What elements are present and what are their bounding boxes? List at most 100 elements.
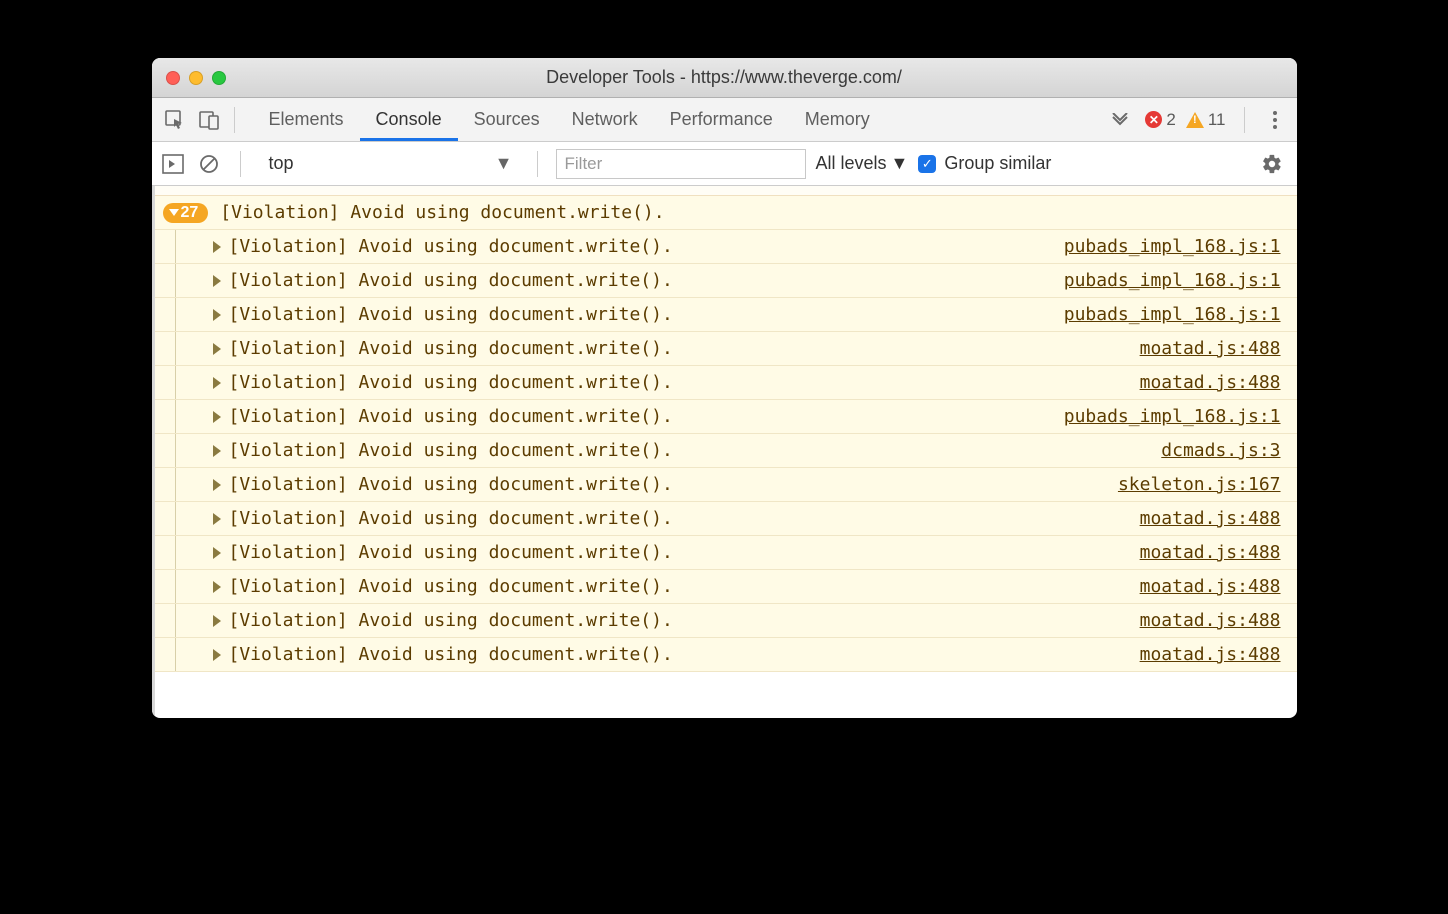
levels-label: All levels: [816, 153, 887, 174]
tab-performance[interactable]: Performance: [654, 98, 789, 141]
chevron-down-icon: ▼: [891, 153, 909, 174]
log-source-link[interactable]: moatad.js:488: [1140, 610, 1281, 631]
log-source-link[interactable]: moatad.js:488: [1140, 372, 1281, 393]
log-message: [Violation] Avoid using document.write()…: [229, 304, 1064, 325]
log-message: [Violation] Avoid using document.write()…: [229, 270, 1064, 291]
log-message: [Violation] Avoid using document.write()…: [229, 576, 1140, 597]
console-log-row: [Violation] Avoid using document.write()…: [155, 570, 1297, 604]
warning-count: 11: [1208, 110, 1226, 130]
log-source-link[interactable]: moatad.js:488: [1140, 644, 1281, 665]
console-rows: [Violation] Avoid using document.write()…: [155, 230, 1297, 672]
disclosure-triangle-icon[interactable]: [213, 309, 221, 321]
error-count-badge[interactable]: ✕ 2: [1145, 110, 1175, 130]
disclosure-triangle-icon[interactable]: [213, 547, 221, 559]
log-source-link[interactable]: moatad.js:488: [1140, 542, 1281, 563]
disclosure-triangle-icon[interactable]: [213, 581, 221, 593]
log-message: [Violation] Avoid using document.write()…: [229, 338, 1140, 359]
chevron-down-icon: ▼: [495, 153, 513, 174]
group-count: 27: [181, 204, 199, 222]
group-similar-label: Group similar: [944, 153, 1051, 174]
log-message: [Violation] Avoid using document.write()…: [229, 474, 1118, 495]
warning-icon: [1186, 112, 1204, 128]
log-message: [Violation] Avoid using document.write()…: [229, 542, 1140, 563]
console-log-row: [Violation] Avoid using document.write()…: [155, 468, 1297, 502]
log-message: [Violation] Avoid using document.write()…: [229, 406, 1064, 427]
window-minimize-button[interactable]: [189, 71, 203, 85]
disclosure-triangle-icon[interactable]: [213, 377, 221, 389]
context-value: top: [269, 153, 294, 174]
divider: [1244, 107, 1245, 133]
tabbar-right: ✕ 2 11: [1105, 107, 1290, 133]
console-log-row: [Violation] Avoid using document.write()…: [155, 366, 1297, 400]
toggle-sidebar-icon[interactable]: [160, 151, 186, 177]
disclosure-triangle-icon[interactable]: [213, 649, 221, 661]
console-log-row: [Violation] Avoid using document.write()…: [155, 638, 1297, 672]
disclosure-triangle-icon[interactable]: [213, 241, 221, 253]
titlebar: Developer Tools - https://www.theverge.c…: [152, 58, 1297, 98]
disclosure-triangle-icon[interactable]: [213, 615, 221, 627]
console-log-row: [Violation] Avoid using document.write()…: [155, 230, 1297, 264]
log-source-link[interactable]: pubads_impl_168.js:1: [1064, 270, 1281, 291]
log-source-link[interactable]: moatad.js:488: [1140, 576, 1281, 597]
devtools-menu-icon[interactable]: [1263, 111, 1287, 129]
inspect-element-icon[interactable]: [158, 103, 192, 137]
console-log-row: [Violation] Avoid using document.write()…: [155, 298, 1297, 332]
window-title: Developer Tools - https://www.theverge.c…: [152, 67, 1297, 88]
log-source-link[interactable]: pubads_impl_168.js:1: [1064, 406, 1281, 427]
error-count: 2: [1166, 110, 1175, 130]
console-settings-icon[interactable]: [1261, 153, 1289, 175]
console-log-row: [Violation] Avoid using document.write()…: [155, 536, 1297, 570]
device-toolbar-icon[interactable]: [192, 103, 226, 137]
devtools-window: Developer Tools - https://www.theverge.c…: [152, 58, 1297, 718]
log-message: [Violation] Avoid using document.write()…: [229, 610, 1140, 631]
disclosure-triangle-icon[interactable]: [213, 411, 221, 423]
log-source-link[interactable]: moatad.js:488: [1140, 338, 1281, 359]
disclosure-triangle-icon[interactable]: [213, 343, 221, 355]
disclosure-triangle-icon[interactable]: [213, 513, 221, 525]
divider: [537, 151, 538, 177]
log-message: [Violation] Avoid using document.write()…: [229, 440, 1162, 461]
log-source-link[interactable]: moatad.js:488: [1140, 508, 1281, 529]
tab-memory[interactable]: Memory: [789, 98, 886, 141]
execution-context-select[interactable]: top ▼: [259, 149, 519, 179]
console-log-row: [Violation] Avoid using document.write()…: [155, 502, 1297, 536]
error-icon: ✕: [1145, 111, 1162, 128]
console-log-row: [Violation] Avoid using document.write()…: [155, 434, 1297, 468]
divider: [234, 107, 235, 133]
traffic-lights: [166, 71, 226, 85]
log-source-link[interactable]: pubads_impl_168.js:1: [1064, 304, 1281, 325]
tab-elements[interactable]: Elements: [253, 98, 360, 141]
log-source-link[interactable]: dcmads.js:3: [1161, 440, 1280, 461]
disclosure-triangle-icon[interactable]: [213, 479, 221, 491]
log-source-link[interactable]: pubads_impl_168.js:1: [1064, 236, 1281, 257]
console-toolbar: top ▼ All levels ▼ ✓ Group similar: [152, 142, 1297, 186]
console-group-header[interactable]: 27 [Violation] Avoid using document.writ…: [155, 196, 1297, 230]
log-message: [Violation] Avoid using document.write()…: [229, 372, 1140, 393]
log-message: [Violation] Avoid using document.write()…: [229, 236, 1064, 257]
disclosure-triangle-icon[interactable]: [213, 445, 221, 457]
console-body: 27 [Violation] Avoid using document.writ…: [152, 186, 1297, 718]
warning-count-badge[interactable]: 11: [1186, 110, 1226, 130]
console-log-row: [Violation] Avoid using document.write()…: [155, 264, 1297, 298]
tab-console[interactable]: Console: [360, 98, 458, 141]
console-log-row: [Violation] Avoid using document.write()…: [155, 604, 1297, 638]
check-icon: ✓: [918, 155, 936, 173]
group-similar-checkbox[interactable]: ✓ Group similar: [918, 153, 1051, 174]
group-message: [Violation] Avoid using document.write()…: [220, 202, 664, 223]
log-levels-select[interactable]: All levels ▼: [816, 153, 909, 174]
window-close-button[interactable]: [166, 71, 180, 85]
group-count-badge: 27: [163, 203, 209, 223]
previous-row-fragment: [155, 186, 1297, 196]
window-zoom-button[interactable]: [212, 71, 226, 85]
console-log-row: [Violation] Avoid using document.write()…: [155, 332, 1297, 366]
log-message: [Violation] Avoid using document.write()…: [229, 644, 1140, 665]
filter-input[interactable]: [556, 149, 806, 179]
disclosure-triangle-icon[interactable]: [213, 275, 221, 287]
tab-sources[interactable]: Sources: [458, 98, 556, 141]
tab-network[interactable]: Network: [556, 98, 654, 141]
devtools-tabbar: Elements Console Sources Network Perform…: [152, 98, 1297, 142]
clear-console-icon[interactable]: [196, 151, 222, 177]
chevron-down-icon: [169, 209, 179, 216]
log-source-link[interactable]: skeleton.js:167: [1118, 474, 1281, 495]
more-tabs-icon[interactable]: [1105, 113, 1135, 127]
